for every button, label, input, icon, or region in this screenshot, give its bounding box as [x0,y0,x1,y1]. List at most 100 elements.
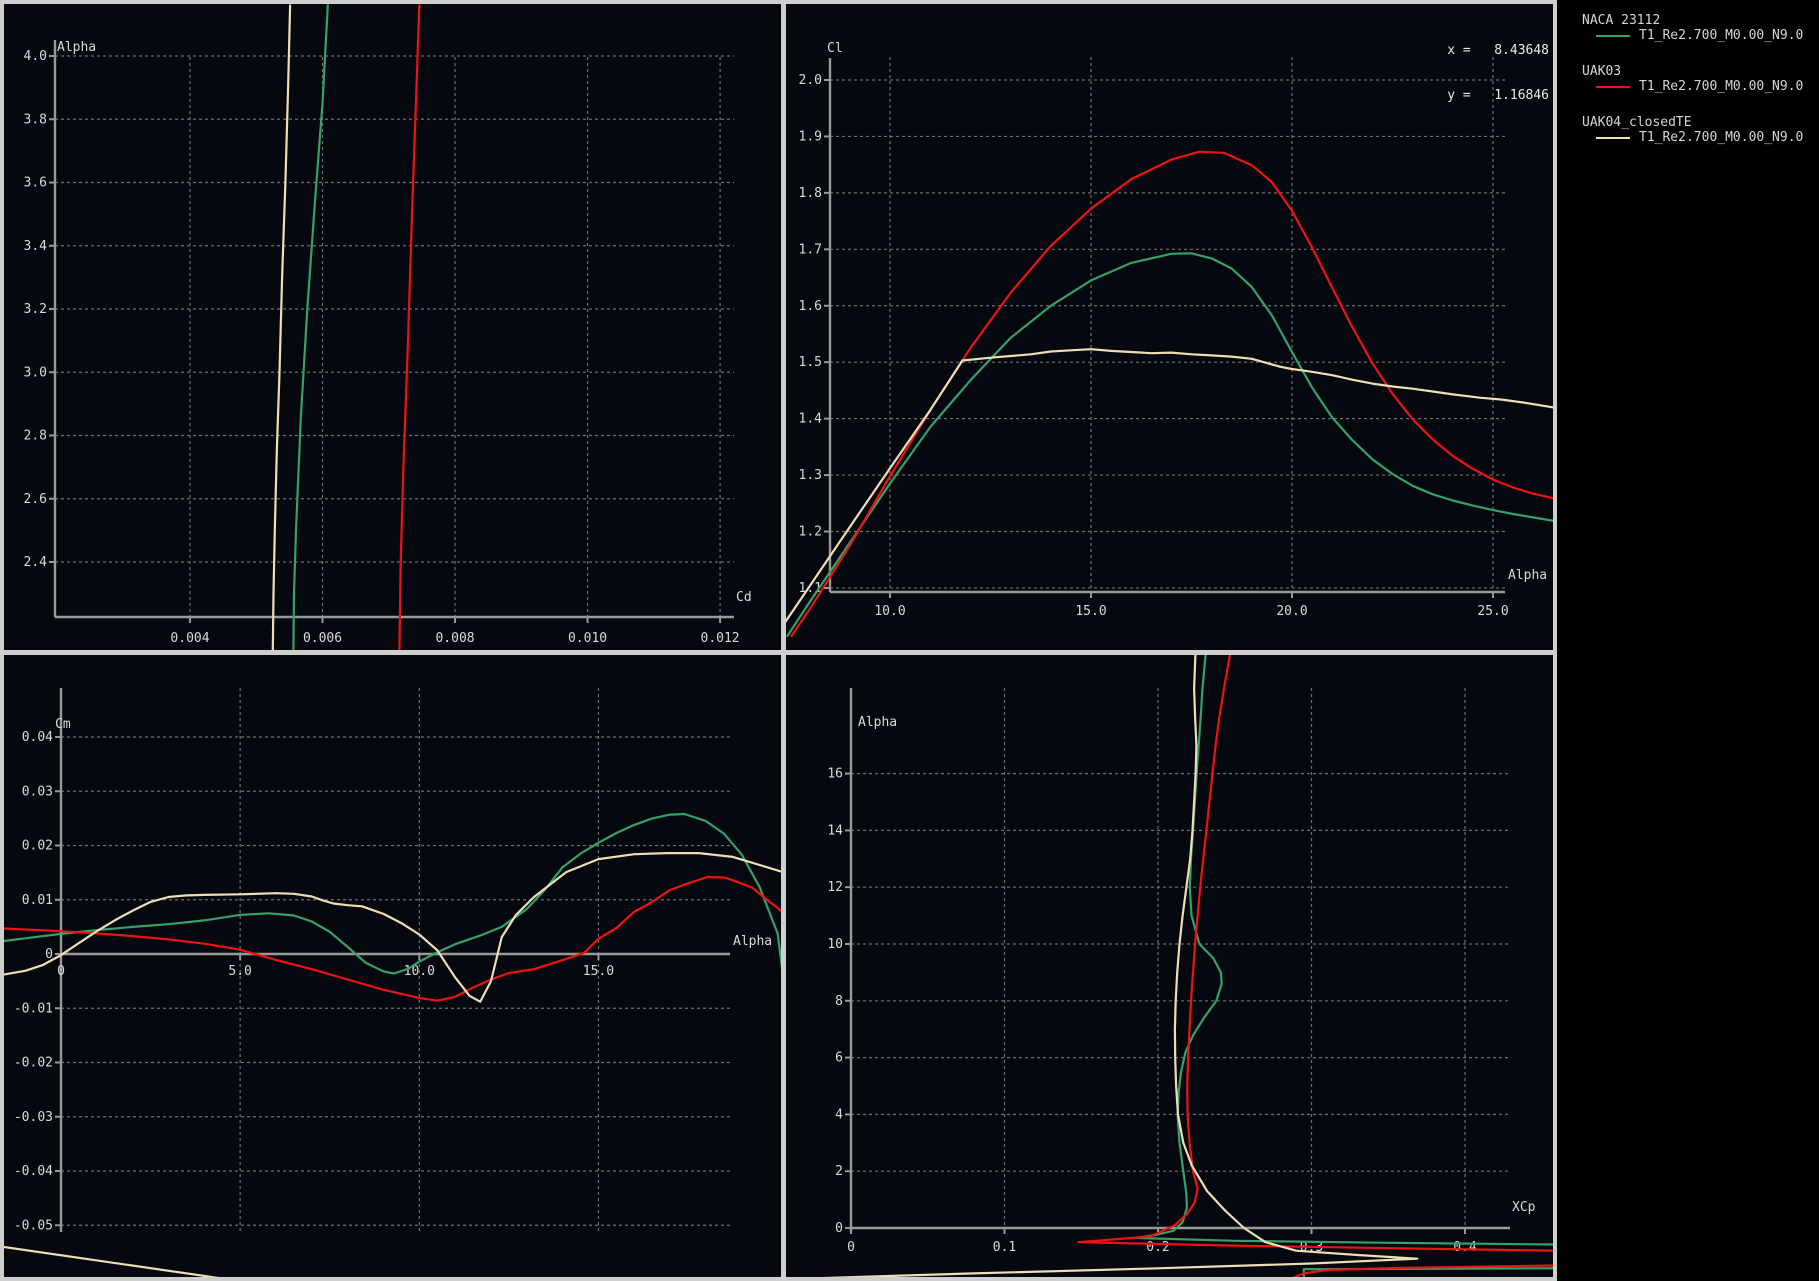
legend-polar-name: T1_Re2.700_M0.00_N9.0 [1639,130,1803,145]
legend-entry-uak03: UAK03 T1_Re2.700_M0.00_N9.0 [1582,64,1814,94]
svg-text:1.5: 1.5 [799,355,822,370]
svg-text:4: 4 [835,1107,843,1122]
graph-alpha-vs-cd-canvas: 0.004 0.006 0.008 0.010 0.012 4.0 3.8 3.6 3.4 3.2… [4,4,781,650]
svg-text:-0.04: -0.04 [14,1164,53,1179]
svg-text:25.0: 25.0 [1477,604,1508,619]
svg-text:10.0: 10.0 [404,964,435,979]
svg-text:0.004: 0.004 [170,631,209,646]
curve-uak04-closedte [273,5,290,650]
svg-text:1.6: 1.6 [799,299,822,314]
curve-uak04-closedte-branch2 [4,1247,240,1277]
svg-text:-0.05: -0.05 [14,1218,53,1233]
frame-left [0,0,4,1281]
graph2-y-axis-title: Cl [827,41,843,56]
svg-text:-0.03: -0.03 [14,1110,53,1125]
graph-cm-vs-alpha[interactable]: 05.010.015.00.040.030.020.010-0.01-0.02-… [4,655,781,1277]
graph3-x-axis-title: Alpha [733,934,772,949]
frame-right [1553,0,1557,1281]
graph-alpha-vs-xcp-canvas: 00.10.20.30.41614121086420 [786,655,1553,1277]
svg-text:0.012: 0.012 [701,631,740,646]
graph1-x-axis-title: Cd [736,590,752,605]
svg-text:4.0: 4.0 [24,49,47,64]
svg-text:3.0: 3.0 [24,365,47,380]
svg-text:2: 2 [835,1164,843,1179]
svg-text:10: 10 [827,937,843,952]
graph-cm-vs-alpha-canvas: 05.010.015.00.040.030.020.010-0.01-0.02-… [4,655,781,1277]
svg-text:10.0: 10.0 [874,604,905,619]
legend-foil-name: UAK03 [1582,64,1814,79]
polar-legend: NACA 23112 T1_Re2.700_M0.00_N9.0 UAK03 T… [1582,13,1814,166]
svg-text:3.4: 3.4 [24,239,48,254]
cursor-y-value: y = 1.16846 [1349,88,1549,103]
svg-text:0.4: 0.4 [1453,1240,1477,1255]
curve-uak03 [399,5,419,650]
curve-uak04-closedte [786,349,1553,624]
graph4-y-axis-title: Alpha [858,715,897,730]
svg-text:2.6: 2.6 [24,492,47,507]
svg-text:6: 6 [835,1051,843,1066]
cursor-x-value: x = 8.43648 [1349,43,1549,58]
svg-text:0.008: 0.008 [435,631,474,646]
svg-text:-0.02: -0.02 [14,1056,53,1071]
svg-text:15.0: 15.0 [1075,604,1106,619]
svg-text:2.8: 2.8 [24,429,47,444]
svg-text:0.03: 0.03 [22,784,53,799]
legend-color-swatch [1596,35,1630,37]
graph-alpha-vs-xcp[interactable]: 00.10.20.30.41614121086420 [786,655,1553,1277]
panel-divider-horizontal [0,650,1557,655]
panel-divider-vertical [781,0,786,1281]
svg-text:5.0: 5.0 [228,964,251,979]
svg-text:8: 8 [835,994,843,1009]
svg-text:16: 16 [827,767,843,782]
svg-text:1.7: 1.7 [799,242,822,257]
graph-alpha-vs-cd[interactable]: 0.004 0.006 0.008 0.010 0.012 4.0 3.8 3.6 3.4 3.2… [4,4,781,650]
svg-text:0.01: 0.01 [22,893,53,908]
svg-text:20.0: 20.0 [1276,604,1307,619]
svg-text:1.9: 1.9 [799,129,822,144]
svg-text:3.6: 3.6 [24,176,47,191]
svg-text:14: 14 [827,823,843,838]
graph1-y-axis-title: Alpha [57,40,96,55]
legend-entry-naca-23112: NACA 23112 T1_Re2.700_M0.00_N9.0 [1582,13,1814,43]
svg-text:0.2: 0.2 [1146,1240,1169,1255]
svg-text:0: 0 [835,1221,843,1236]
curve-uak03 [1078,655,1553,1251]
svg-text:0: 0 [57,964,65,979]
graph4-x-axis-title: XCp [1512,1200,1535,1215]
svg-text:0.04: 0.04 [22,730,53,745]
svg-text:1.3: 1.3 [799,468,822,483]
svg-text:15.0: 15.0 [583,964,614,979]
svg-text:1.4: 1.4 [799,412,823,427]
curve-uak04-closedte [805,655,1417,1277]
legend-polar-name: T1_Re2.700_M0.00_N9.0 [1639,28,1803,43]
svg-text:1.2: 1.2 [799,525,822,540]
svg-text:2.4: 2.4 [24,555,48,570]
legend-color-swatch [1596,137,1630,139]
svg-text:0.010: 0.010 [568,631,607,646]
svg-text:0.006: 0.006 [303,631,342,646]
svg-text:0: 0 [847,1240,855,1255]
svg-text:0.1: 0.1 [993,1240,1016,1255]
svg-text:12: 12 [827,880,843,895]
graph2-x-axis-title: Alpha [1508,568,1547,583]
frame-top [0,0,1557,4]
svg-text:1.8: 1.8 [799,186,822,201]
legend-foil-name: UAK04_closedTE [1582,115,1814,130]
svg-text:2.0: 2.0 [799,73,822,88]
legend-foil-name: NACA 23112 [1582,13,1814,28]
curve-naca-23112 [1137,655,1554,1245]
svg-text:0.02: 0.02 [22,839,53,854]
svg-text:3.8: 3.8 [24,112,47,127]
legend-color-swatch [1596,86,1630,88]
legend-polar-name: T1_Re2.700_M0.00_N9.0 [1639,79,1803,94]
svg-text:3.2: 3.2 [24,302,47,317]
legend-entry-uak04-closedte: UAK04_closedTE T1_Re2.700_M0.00_N9.0 [1582,115,1814,145]
cursor-coordinates-readout: x = 8.43648 y = 1.16846 [1349,13,1549,133]
svg-text:-0.01: -0.01 [14,1001,53,1016]
graph3-y-axis-title: Cm [55,717,71,732]
curve-uak03 [4,877,781,1001]
curve-uak03 [792,152,1554,636]
polar-analysis-window: 0.0040.0060.0080.0100.0124.03.83.63.43.2… [0,0,1819,1281]
frame-bottom [0,1277,1557,1281]
curve-uak03-branch2 [1292,1266,1554,1278]
